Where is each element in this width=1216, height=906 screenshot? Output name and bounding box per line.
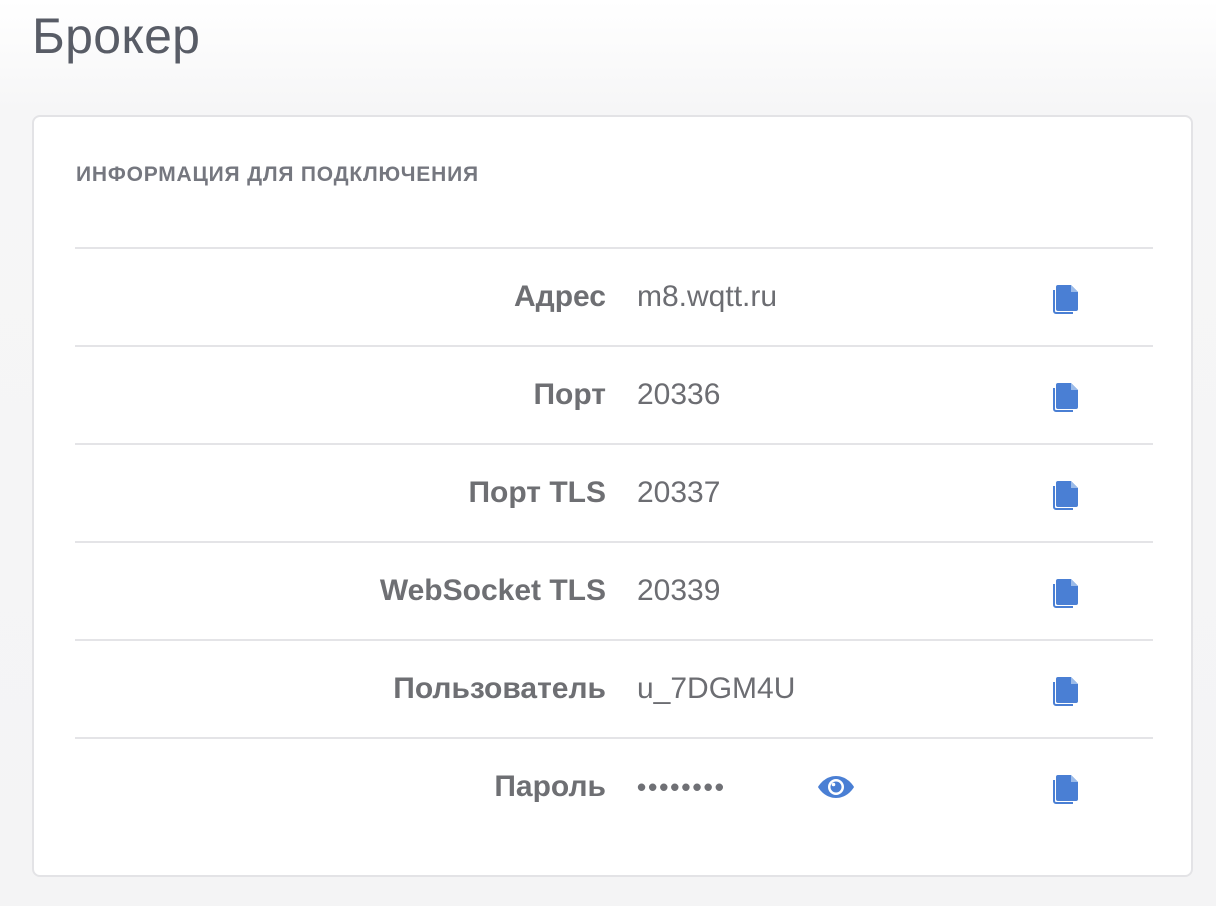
info-row-address: Адрес m8.wqtt.ru	[75, 247, 1153, 345]
address-value[interactable]: m8.wqtt.ru	[637, 249, 777, 345]
copy-icon[interactable]	[1049, 771, 1081, 805]
copy-icon[interactable]	[1049, 281, 1081, 315]
page-title: Брокер	[32, 8, 201, 64]
password-value[interactable]: ••••••••	[637, 739, 726, 835]
port-tls-label: Порт TLS	[468, 476, 606, 509]
user-value[interactable]: u_7DGM4U	[637, 641, 795, 737]
connection-info-card: ИНФОРМАЦИЯ ДЛЯ ПОДКЛЮЧЕНИЯ Адрес m8.wqtt…	[32, 115, 1193, 877]
copy-icon[interactable]	[1049, 575, 1081, 609]
port-label: Порт	[533, 378, 606, 411]
eye-icon[interactable]	[817, 773, 855, 801]
user-label: Пользователь	[393, 672, 606, 705]
info-row-port-tls: Порт TLS 20337	[75, 443, 1153, 541]
section-heading: ИНФОРМАЦИЯ ДЛЯ ПОДКЛЮЧЕНИЯ	[76, 163, 479, 186]
info-row-user: Пользователь u_7DGM4U	[75, 639, 1153, 737]
info-row-websocket-tls: WebSocket TLS 20339	[75, 541, 1153, 639]
copy-icon[interactable]	[1049, 477, 1081, 511]
info-row-port: Порт 20336	[75, 345, 1153, 443]
broker-page: Брокер ИНФОРМАЦИЯ ДЛЯ ПОДКЛЮЧЕНИЯ Адрес …	[0, 0, 1216, 906]
info-row-password: Пароль ••••••••	[75, 737, 1153, 835]
connection-info-list: Адрес m8.wqtt.ru Порт 20336 Порт TLS 203…	[75, 247, 1153, 835]
password-label: Пароль	[494, 770, 606, 803]
copy-icon[interactable]	[1049, 673, 1081, 707]
websocket-tls-label: WebSocket TLS	[379, 574, 606, 607]
address-label: Адрес	[513, 280, 606, 313]
copy-icon[interactable]	[1049, 379, 1081, 413]
websocket-tls-value[interactable]: 20339	[637, 543, 720, 639]
port-tls-value[interactable]: 20337	[637, 445, 720, 541]
port-value[interactable]: 20336	[637, 347, 720, 443]
